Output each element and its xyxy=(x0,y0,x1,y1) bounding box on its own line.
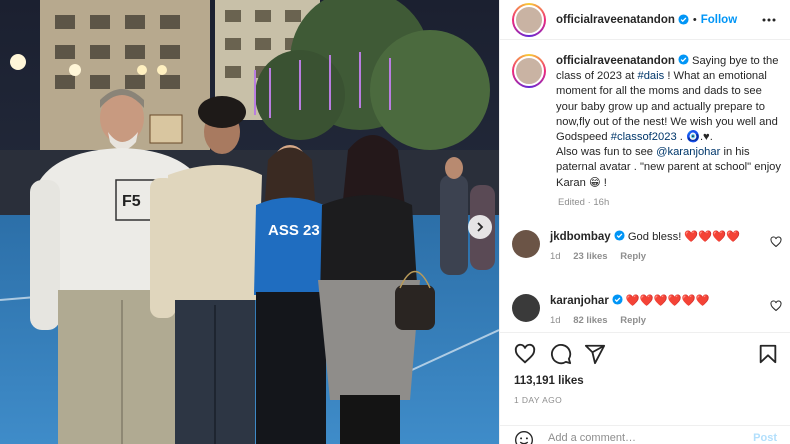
reply-button[interactable]: Reply xyxy=(620,251,646,262)
hashtag-dais[interactable]: #dais xyxy=(637,70,664,82)
verified-badge-icon xyxy=(678,14,689,25)
hashtag-classof2023[interactable]: #classof2023 xyxy=(611,131,677,143)
add-comment-input[interactable] xyxy=(548,432,738,444)
comment-item: jkdbombay God bless! ❤️❤️❤️❤️ 1d 23 like… xyxy=(512,230,782,262)
heart-icon[interactable] xyxy=(514,343,536,365)
post-header: officialraveenatandon • Follow xyxy=(500,0,790,40)
mention-karanjohar[interactable]: @karanjohar xyxy=(656,146,720,158)
comment-body: God bless! ❤️❤️❤️❤️ xyxy=(624,231,741,243)
post-actions: 113,191 likes 1 DAY AGO Post xyxy=(500,332,790,444)
reply-button[interactable]: Reply xyxy=(620,315,646,326)
post-time: 1 DAY AGO xyxy=(514,395,563,405)
post-photo[interactable]: F5 ASS 23 xyxy=(0,0,499,444)
jersey-text: ASS 23 xyxy=(268,222,320,239)
more-dots-icon[interactable] xyxy=(761,12,777,28)
follow-button[interactable]: Follow xyxy=(701,14,737,26)
comment-likes[interactable]: 23 likes xyxy=(573,251,607,262)
caption-username[interactable]: officialraveenatandon xyxy=(556,55,675,67)
caption-text: officialraveenatandon Saying bye to the … xyxy=(556,54,782,191)
comment-age: 1d xyxy=(550,315,561,326)
caption-edited-time: Edited · 16h xyxy=(558,196,610,208)
add-comment-row: Post xyxy=(500,425,790,444)
post-caption: officialraveenatandon Saying bye to the … xyxy=(512,54,782,208)
comment-icon[interactable] xyxy=(550,343,572,365)
emoji-icon[interactable] xyxy=(514,430,534,444)
like-comment-heart-icon[interactable] xyxy=(770,236,782,248)
commenter-avatar[interactable] xyxy=(512,294,540,322)
photo-image: F5 ASS 23 xyxy=(0,0,499,444)
comment-text: karanjohar ❤️❤️❤️❤️❤️❤️ xyxy=(550,294,770,309)
post-side-panel: officialraveenatandon • Follow officialr… xyxy=(499,0,790,444)
chevron-right-icon xyxy=(477,222,484,232)
comment-likes[interactable]: 82 likes xyxy=(573,315,607,326)
caption-avatar[interactable] xyxy=(512,54,546,88)
verified-badge-icon xyxy=(678,54,689,65)
verified-badge-icon xyxy=(614,230,625,241)
shirt-text: F5 xyxy=(122,193,141,210)
share-icon[interactable] xyxy=(584,343,606,365)
commenter-username[interactable]: jkdbombay xyxy=(550,231,611,243)
commenter-username[interactable]: karanjohar xyxy=(550,295,609,307)
like-comment-heart-icon[interactable] xyxy=(770,300,782,312)
comment-body: ❤️❤️❤️❤️❤️❤️ xyxy=(622,295,710,307)
commenter-avatar[interactable] xyxy=(512,230,540,258)
post-comment-button[interactable]: Post xyxy=(753,432,777,444)
verified-badge-icon xyxy=(612,294,623,305)
comment-age: 1d xyxy=(550,251,561,262)
author-avatar[interactable] xyxy=(512,2,546,37)
likes-count[interactable]: 113,191 likes xyxy=(514,375,584,387)
header-separator: • xyxy=(692,13,697,26)
caption-part-3: . 🧿.♥. xyxy=(676,131,713,144)
comment-text: jkdbombay God bless! ❤️❤️❤️❤️ xyxy=(550,230,770,245)
comment-item: karanjohar ❤️❤️❤️❤️❤️❤️ 1d 82 likes Repl… xyxy=(512,294,782,326)
bookmark-icon[interactable] xyxy=(757,343,779,365)
caption-part-4: Also was fun to see xyxy=(556,146,657,159)
author-username[interactable]: officialraveenatandon xyxy=(556,14,675,26)
next-photo-button[interactable] xyxy=(468,215,492,239)
